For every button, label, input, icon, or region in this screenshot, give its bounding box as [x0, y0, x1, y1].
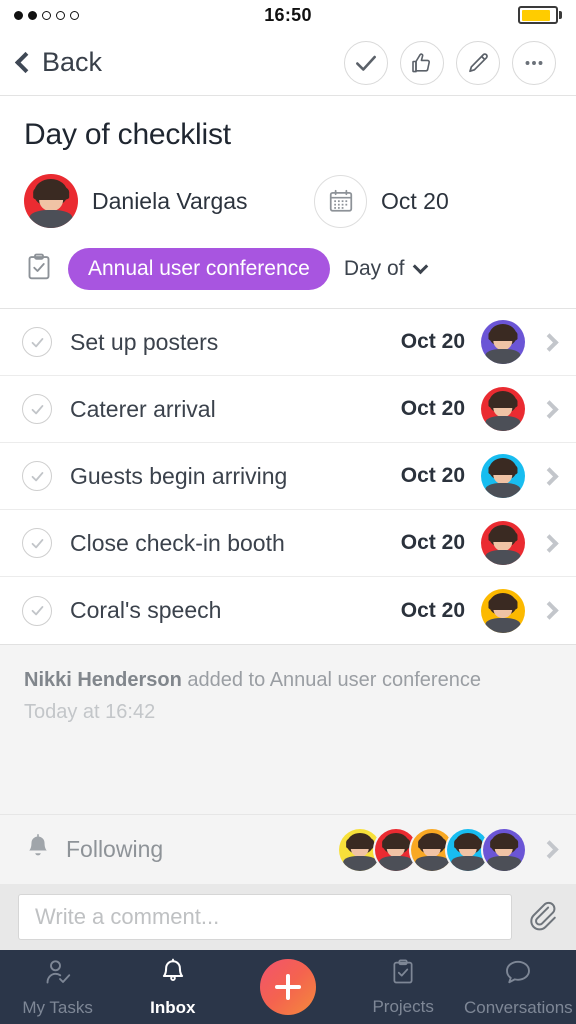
activity-item: Nikki Henderson added to Annual user con…	[24, 667, 552, 694]
activity-timestamp: Today at 16:42	[24, 701, 156, 723]
subtask-date: Oct 20	[400, 531, 465, 554]
back-button-label: Back	[42, 47, 103, 77]
subtask-date: Oct 20	[400, 464, 465, 487]
check-icon	[31, 404, 43, 414]
check-icon	[31, 538, 43, 548]
subtask-row[interactable]: Guests begin arriving Oct 20	[0, 443, 576, 510]
comment-input[interactable]: Write a comment...	[18, 894, 512, 940]
chevron-right-icon	[540, 466, 559, 486]
tab-projects[interactable]: Projects	[347, 958, 459, 1017]
subtask-checkbox[interactable]	[22, 327, 52, 357]
check-icon	[31, 337, 43, 347]
subtask-checkbox[interactable]	[22, 394, 52, 424]
avatar[interactable]	[481, 454, 525, 498]
due-date-value: Oct 20	[381, 187, 449, 214]
add-button[interactable]	[232, 959, 344, 1015]
avatar[interactable]	[481, 588, 525, 633]
bottom-tab-bar: My Tasks Inbox Projects Conversations	[0, 950, 576, 1024]
subtask-name: Guests begin arriving	[70, 462, 288, 489]
chevron-right-icon	[540, 840, 559, 859]
subtask-date: Oct 20	[400, 598, 465, 622]
navigation-bar: Back	[0, 30, 576, 96]
section-label: Day of	[343, 257, 405, 280]
activity-text: added to Annual user conference	[181, 669, 481, 691]
app-root: 16:50 Back Day of checklist Daniela Varg…	[0, 0, 576, 1024]
page-title: Day of checklist	[24, 118, 231, 151]
status-bar-clock: 16:50	[264, 4, 312, 25]
more-options-button[interactable]	[512, 40, 556, 85]
bell-icon	[158, 957, 188, 992]
subtask-row[interactable]: Set up posters Oct 20	[0, 309, 576, 376]
navbar-actions	[344, 40, 556, 85]
status-bar: 16:50	[0, 0, 576, 30]
thumbs-up-icon	[412, 52, 430, 72]
pencil-icon	[469, 52, 488, 72]
subtask-row[interactable]: Close check-in booth Oct 20	[0, 510, 576, 577]
check-icon	[31, 471, 43, 481]
create-task-fab[interactable]	[259, 959, 316, 1015]
subtask-row[interactable]: Coral's speech Oct 20	[0, 577, 576, 644]
activity-feed: Nikki Henderson added to Annual user con…	[0, 644, 576, 814]
assignee-field[interactable]: Daniela Vargas	[24, 174, 314, 228]
subtask-name: Coral's speech	[70, 597, 222, 623]
assignee-name: Daniela Vargas	[92, 187, 248, 214]
project-tag[interactable]: Annual user conference	[68, 248, 330, 290]
subtask-name: Set up posters	[70, 328, 219, 355]
chevron-right-icon	[540, 533, 559, 553]
section-selector[interactable]: Day of	[343, 257, 428, 281]
check-icon	[31, 606, 43, 616]
avatar[interactable]	[481, 387, 525, 431]
subtask-name: Caterer arrival	[70, 395, 216, 422]
clipboard-icon	[24, 252, 54, 287]
subtask-checkbox[interactable]	[22, 595, 52, 626]
task-meta-row: Daniela Vargas Oct 20	[24, 174, 552, 228]
avatar[interactable]	[481, 320, 525, 364]
like-button[interactable]	[400, 40, 444, 85]
tab-inbox[interactable]: Inbox	[117, 957, 229, 1018]
follower-avatars[interactable]	[339, 828, 525, 871]
following-row[interactable]: Following	[0, 814, 576, 884]
tab-label: My Tasks	[22, 997, 93, 1017]
clipboard-icon	[389, 958, 417, 991]
tab-label: Conversations	[464, 997, 573, 1017]
activity-actor: Nikki Henderson	[24, 669, 182, 691]
following-label: Following	[66, 836, 164, 862]
edit-button[interactable]	[456, 40, 500, 85]
chevron-right-icon	[540, 601, 559, 620]
back-button[interactable]: Back	[14, 47, 102, 78]
subtask-row[interactable]: Caterer arrival Oct 20	[0, 376, 576, 443]
tab-my-tasks[interactable]: My Tasks	[2, 957, 114, 1018]
comment-bar: Write a comment...	[0, 884, 576, 950]
subtask-list: Set up posters Oct 20 Caterer arrival Oct 2…	[0, 309, 576, 644]
chevron-right-icon	[540, 332, 559, 352]
plus-icon	[274, 974, 301, 1000]
task-header: Day of checklist Daniela Vargas Oct 20	[0, 96, 576, 234]
speech-bubble-icon	[503, 957, 533, 992]
tab-conversations[interactable]: Conversations	[462, 957, 574, 1018]
ellipsis-icon	[525, 60, 543, 65]
check-icon	[356, 55, 376, 71]
tab-label: Projects	[372, 996, 434, 1016]
paperclip-icon[interactable]	[526, 899, 558, 936]
project-row: Annual user conference Day of	[0, 234, 576, 309]
chevron-right-icon	[540, 399, 559, 419]
tab-label: Inbox	[150, 997, 196, 1017]
avatar[interactable]	[483, 828, 525, 871]
subtask-name: Close check-in booth	[70, 529, 285, 556]
back-chevron-icon	[14, 51, 37, 74]
calendar-icon	[314, 174, 367, 228]
comment-placeholder: Write a comment...	[35, 904, 220, 929]
complete-task-button[interactable]	[344, 40, 388, 85]
subtask-date: Oct 20	[400, 397, 465, 420]
subtask-checkbox[interactable]	[22, 461, 52, 491]
due-date-field[interactable]: Oct 20	[314, 174, 449, 228]
subtask-checkbox[interactable]	[22, 528, 52, 558]
bell-icon	[24, 833, 52, 866]
subtask-date: Oct 20	[400, 330, 465, 353]
avatar[interactable]	[481, 521, 525, 565]
person-check-icon	[43, 957, 73, 992]
avatar	[24, 174, 78, 228]
chevron-down-icon	[412, 258, 428, 275]
